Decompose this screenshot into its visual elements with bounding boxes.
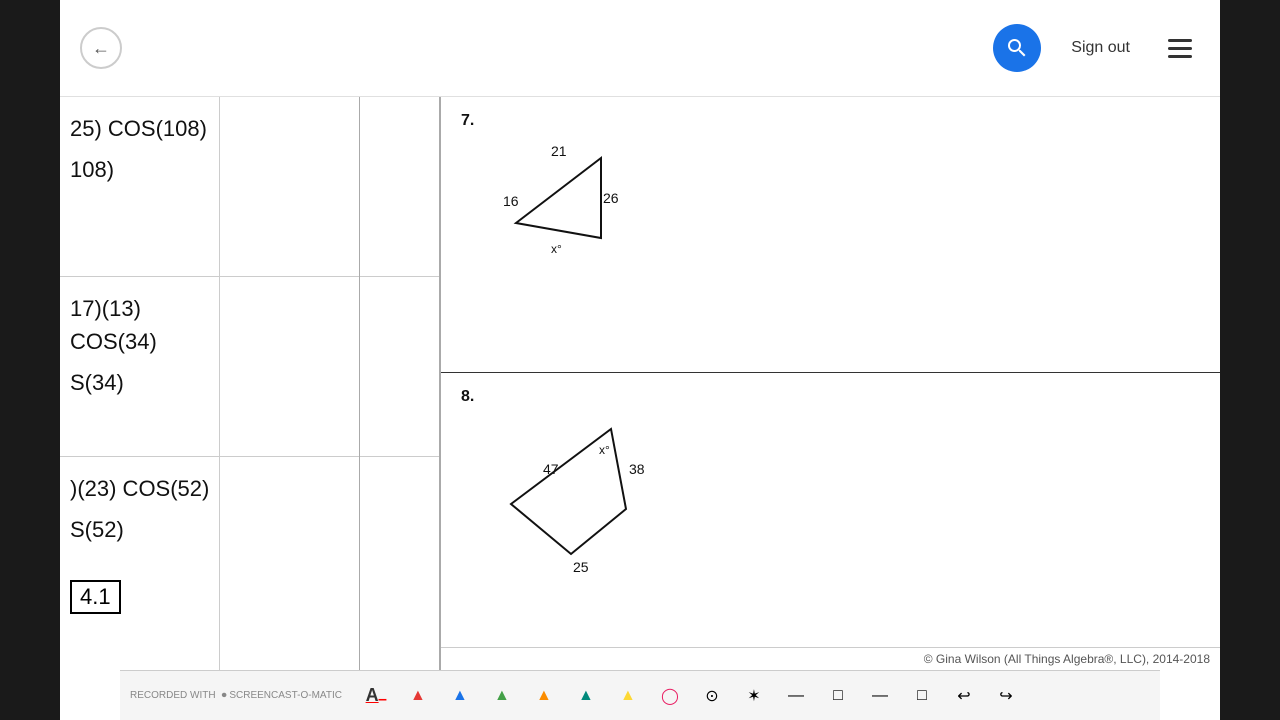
angle-label-x8: x° <box>599 443 610 457</box>
col-mid <box>220 97 359 670</box>
back-button[interactable]: ← <box>80 27 122 69</box>
menu-line-2 <box>1168 47 1192 50</box>
problem-8-figure: 47 38 25 x° <box>461 414 1200 584</box>
side-label-25: 25 <box>573 559 589 575</box>
left-sidebar-bar <box>0 0 60 720</box>
orange-triangle-tool[interactable]: ▲ <box>526 678 562 714</box>
watermark-area: RECORDED WITH ⏺ SCREENCAST-O-MATIC <box>130 690 342 701</box>
text-tool-icon: A <box>366 685 379 706</box>
red-triangle-tool[interactable]: ▲ <box>400 678 436 714</box>
screencast-brand: ⏺ SCREENCAST-O-MATIC <box>222 690 342 701</box>
right-sidebar-bar <box>1220 0 1280 720</box>
green-triangle-tool[interactable]: ▲ <box>484 678 520 714</box>
main-content-area: ← Sign out 25) COS(108) 108) <box>60 0 1220 720</box>
angle-label-x7: x° <box>551 242 562 256</box>
teal-triangle-tool[interactable]: ▲ <box>568 678 604 714</box>
text-tool-button[interactable]: A ▁ <box>358 678 394 714</box>
circle-dot-tool[interactable]: ⊙ <box>694 678 730 714</box>
undo-button[interactable]: ↩ <box>946 678 982 714</box>
side-label-47: 47 <box>543 461 559 477</box>
left-work-columns: 25) COS(108) 108) 17)(13) COS(34) S(34) … <box>60 97 360 670</box>
math-line-3a: )(23) COS(52) <box>70 472 214 505</box>
problem-7: 7. 21 26 16 x° <box>441 97 1220 373</box>
search-icon <box>1005 36 1029 60</box>
side-label-21: 21 <box>551 143 567 159</box>
sign-out-button[interactable]: Sign out <box>1051 31 1150 65</box>
menu-button[interactable] <box>1160 28 1200 68</box>
math-section-2: 17)(13) COS(34) S(34) <box>60 277 219 457</box>
header-left: ← <box>80 27 122 69</box>
rect-tool-2[interactable]: □ <box>904 678 940 714</box>
problem-7-figure: 21 26 16 x° <box>461 138 1200 288</box>
yellow-triangle-tool[interactable]: ▲ <box>610 678 646 714</box>
quad-8-svg: 47 38 25 x° <box>481 414 661 584</box>
math-line-2b: S(34) <box>70 366 214 399</box>
bottom-toolbar: RECORDED WITH ⏺ SCREENCAST-O-MATIC A ▁ ▲… <box>120 670 1160 720</box>
menu-line-3 <box>1168 55 1192 58</box>
search-button[interactable] <box>993 24 1041 72</box>
line-tool-2[interactable]: — <box>862 678 898 714</box>
math-section-3: )(23) COS(52) S(52) 4.1 <box>60 457 219 637</box>
spacer-column <box>360 97 440 670</box>
right-problems-panel: 7. 21 26 16 x° <box>440 97 1220 670</box>
col-left: 25) COS(108) 108) 17)(13) COS(34) S(34) … <box>60 97 220 670</box>
text-tool-underline: ▁ <box>379 690 387 701</box>
header: ← Sign out <box>60 0 1220 97</box>
problem-8-number: 8. <box>461 388 1200 406</box>
star-tool[interactable]: ✶ <box>736 678 772 714</box>
side-label-38: 38 <box>629 461 645 477</box>
math-line-2a: 17)(13) COS(34) <box>70 292 214 358</box>
problem-7-number: 7. <box>461 112 1200 130</box>
problem-8: 8. 47 38 25 x° <box>441 373 1220 648</box>
side-label-26: 26 <box>603 190 619 206</box>
math-section-1: 25) COS(108) 108) <box>60 97 219 277</box>
redo-button[interactable]: ↪ <box>988 678 1024 714</box>
body-area: 25) COS(108) 108) 17)(13) COS(34) S(34) … <box>60 97 1220 670</box>
copyright-right: © Gina Wilson (All Things Algebra®, LLC)… <box>441 647 1220 670</box>
blue-triangle-tool[interactable]: ▲ <box>442 678 478 714</box>
pink-circle-tool[interactable]: ◯ <box>652 678 688 714</box>
math-line-1b: 108) <box>70 153 214 186</box>
recorded-with-label: RECORDED WITH <box>130 690 216 701</box>
math-line-3b: S(52) <box>70 513 214 546</box>
header-right: Sign out <box>993 24 1200 72</box>
answer-box-1: 4.1 <box>70 580 121 614</box>
math-line-1a: 25) COS(108) <box>70 112 214 145</box>
line-tool[interactable]: — <box>778 678 814 714</box>
triangle-7-svg: 21 26 16 x° <box>481 138 641 288</box>
menu-line-1 <box>1168 39 1192 42</box>
rect-tool-1[interactable]: □ <box>820 678 856 714</box>
side-label-16: 16 <box>503 193 519 209</box>
